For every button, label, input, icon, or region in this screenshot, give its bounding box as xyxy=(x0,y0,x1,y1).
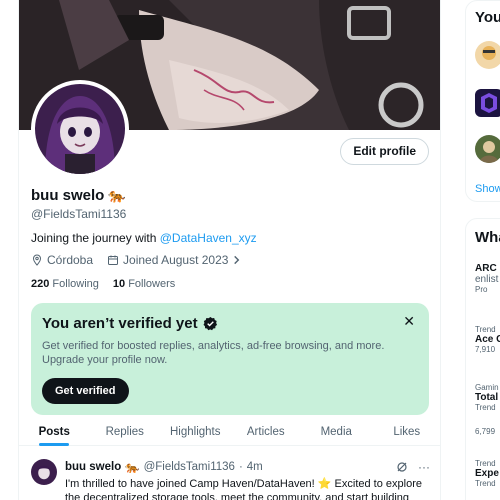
suggested-avatar-1-image xyxy=(475,41,500,69)
trend-title: enlist xyxy=(475,274,499,285)
post-item[interactable]: buu swelo 🐅 @FieldsTami1136 · 4m ··· I'm… xyxy=(19,452,440,500)
post-author-emoji: 🐅 xyxy=(125,462,140,474)
trend-item[interactable]: ARC enlist Pro xyxy=(475,263,498,294)
more-icon[interactable]: ··· xyxy=(418,460,430,474)
tab-replies[interactable]: Replies xyxy=(90,420,161,445)
trend-category: Trend xyxy=(475,459,496,468)
name-emoji: 🐅 xyxy=(108,187,126,203)
right-sidebar: You Show Wha ARC enlist Pro Trend Ace C xyxy=(465,0,500,500)
post-avatar-image xyxy=(31,459,57,485)
edit-profile-button[interactable]: Edit profile xyxy=(340,138,429,165)
joined-text: Joined August 2023 xyxy=(123,253,229,267)
display-name: buu swelo xyxy=(31,187,105,204)
avatar-image xyxy=(35,84,125,174)
location-item: Córdoba xyxy=(31,253,93,267)
suggested-user-avatar[interactable] xyxy=(475,89,500,117)
get-verified-button[interactable]: Get verified xyxy=(42,378,129,404)
post-header: buu swelo 🐅 @FieldsTami1136 · 4m xyxy=(65,460,263,474)
location-icon xyxy=(32,254,42,266)
tab-articles[interactable]: Articles xyxy=(231,420,302,445)
verify-title: You aren’t verified yet xyxy=(42,315,198,332)
post-author-name[interactable]: buu swelo xyxy=(65,461,121,473)
profile-tabs: Posts Replies Highlights Articles Media … xyxy=(19,420,441,446)
trend-count: Trend xyxy=(475,479,496,488)
trend-item[interactable]: Trend Expe Trend xyxy=(475,459,499,488)
following-label: Following xyxy=(52,278,99,290)
profile-handle: @FieldsTami1136 xyxy=(31,207,127,221)
suggested-user-avatar[interactable] xyxy=(475,135,500,163)
profile-bio: Joining the journey with @DataHaven_xyz xyxy=(31,231,257,245)
profile-page: Edit profile buu swelo 🐅 @FieldsTami1136… xyxy=(0,0,500,500)
trend-item[interactable]: Gamin Total Trend xyxy=(475,383,499,412)
suggested-avatar-3-image xyxy=(475,135,500,163)
following-count: 220 xyxy=(31,278,50,290)
post-author-handle[interactable]: @FieldsTami1136 xyxy=(144,461,235,473)
trend-title: Total xyxy=(475,392,499,403)
name-row: buu swelo 🐅 xyxy=(31,187,126,204)
grok-icon[interactable] xyxy=(396,461,408,473)
suggested-user-avatar[interactable] xyxy=(475,41,500,69)
trend-count: Pro xyxy=(475,285,488,294)
followers-link[interactable]: 10 Followers xyxy=(113,278,175,290)
trend-title: Ace C xyxy=(475,334,500,345)
post-avatar[interactable] xyxy=(31,459,57,485)
who-to-follow-card: You Show xyxy=(465,0,500,202)
who-to-follow-heading: You xyxy=(475,9,500,26)
follow-counts: 220 Following 10 Followers xyxy=(31,278,175,290)
followers-count: 10 xyxy=(112,278,126,290)
trend-item[interactable]: Trend Ace C 7,910 xyxy=(475,325,500,354)
post-time[interactable]: 4m xyxy=(247,461,263,473)
trend-category: ARC xyxy=(475,263,497,274)
bio-mention-link[interactable]: @DataHaven_xyz xyxy=(160,231,257,245)
post-text: I'm thrilled to have joined Camp Haven/D… xyxy=(65,478,422,500)
following-link[interactable]: 220 Following xyxy=(31,278,99,290)
trend-category: Gamin xyxy=(475,383,499,392)
whats-happening-heading: Wha xyxy=(475,229,500,246)
trend-category: Trend xyxy=(475,325,496,334)
verified-badge-icon xyxy=(203,316,217,331)
trend-item[interactable]: 6,799 xyxy=(475,427,495,436)
profile-avatar[interactable] xyxy=(31,80,129,178)
bio-text: Joining the journey with xyxy=(31,231,160,245)
trend-count: 7,910 xyxy=(475,345,496,354)
suggested-avatar-2-image xyxy=(475,89,500,117)
tab-highlights[interactable]: Highlights xyxy=(160,420,231,445)
calendar-icon xyxy=(108,255,119,265)
followers-label: Followers xyxy=(128,278,176,290)
whats-happening-card: Wha ARC enlist Pro Trend Ace C 7,910 Gam… xyxy=(465,218,500,500)
trend-count: Trend xyxy=(475,403,496,412)
verify-card: You aren’t verified yet ✕ Get verified f… xyxy=(31,303,429,415)
profile-meta: Córdoba Joined August 2023 xyxy=(31,253,241,267)
main-column: Edit profile buu swelo 🐅 @FieldsTami1136… xyxy=(18,0,441,500)
joined-item[interactable]: Joined August 2023 xyxy=(107,253,241,267)
show-more-link[interactable]: Show xyxy=(475,183,500,195)
tab-posts[interactable]: Posts xyxy=(19,420,90,445)
tab-likes[interactable]: Likes xyxy=(372,420,441,445)
chevron-right-icon xyxy=(234,255,240,265)
post-actions: ··· xyxy=(396,460,430,474)
close-icon[interactable]: ✕ xyxy=(403,313,415,330)
trend-title: Expe xyxy=(475,468,499,479)
post-separator: · xyxy=(238,461,243,473)
tab-media[interactable]: Media xyxy=(301,420,372,445)
location-text: Córdoba xyxy=(47,253,94,267)
verify-title-row: You aren’t verified yet xyxy=(42,315,218,332)
trend-count: 6,799 xyxy=(475,427,496,436)
verify-description: Get verified for boosted replies, analyt… xyxy=(42,340,385,366)
